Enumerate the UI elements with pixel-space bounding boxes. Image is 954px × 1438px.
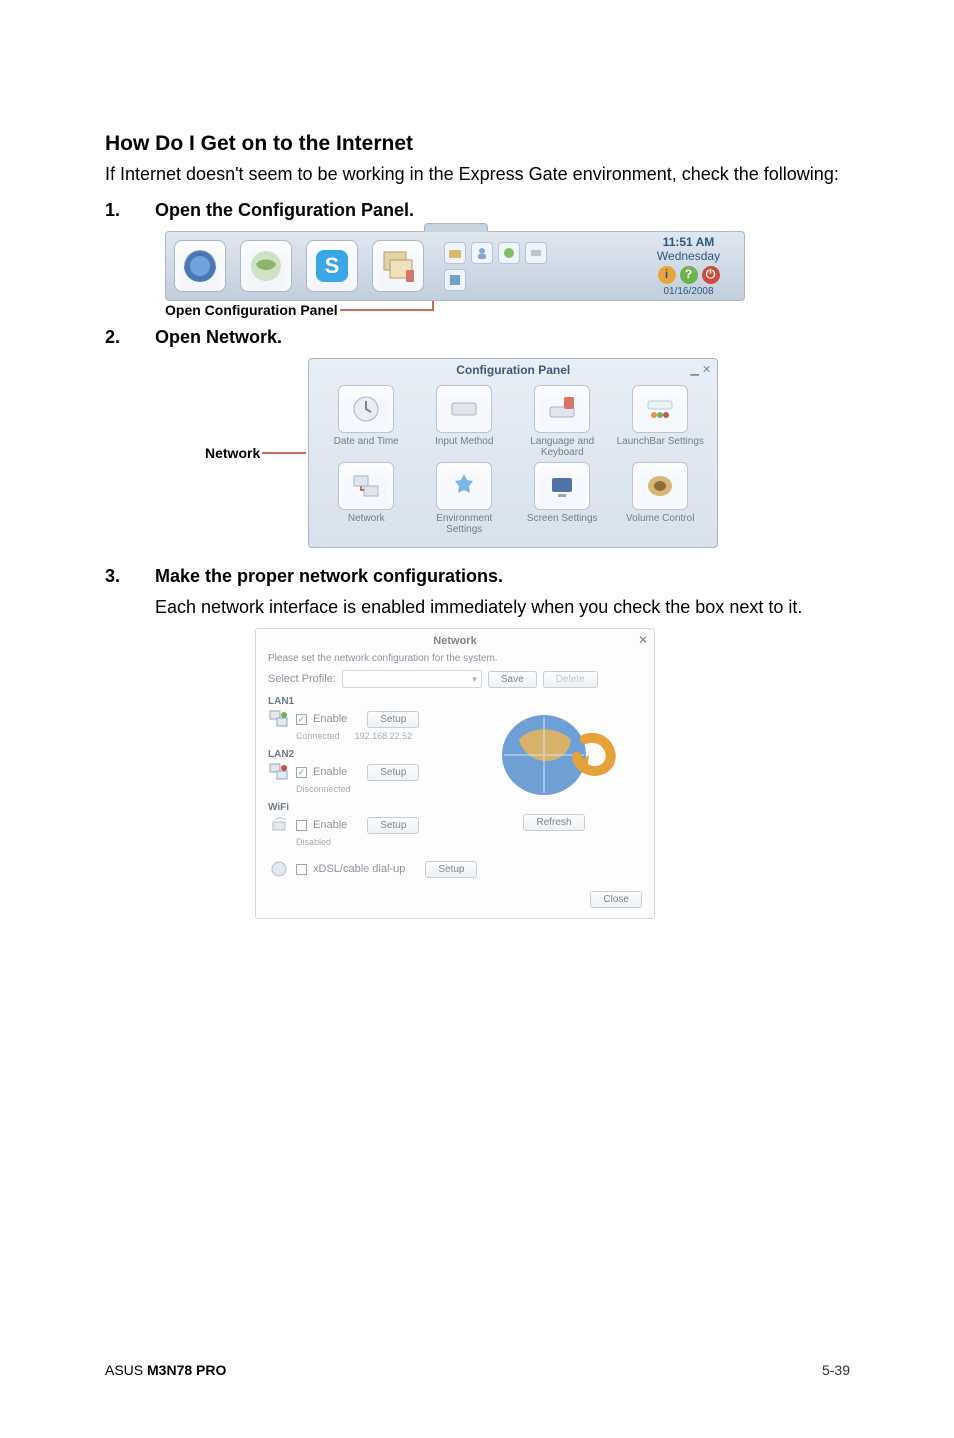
step-2: 2. Open Network.: [105, 327, 850, 348]
config-panel-title: Configuration Panel: [309, 359, 717, 381]
close-button[interactable]: Close: [590, 891, 642, 908]
lan1-icon: [268, 709, 290, 729]
lan2-status: Disconnected: [296, 784, 448, 794]
cfg-input-method[interactable]: Input Method: [417, 385, 511, 458]
page-footer: ASUS M3N78 PRO 5-39: [105, 1362, 850, 1378]
tray-icons: [444, 242, 559, 291]
page-heading: How Do I Get on to the Internet: [105, 132, 850, 156]
skype-icon[interactable]: S: [306, 240, 358, 292]
step-3-num: 3.: [105, 566, 155, 587]
step-1-num: 1.: [105, 200, 155, 221]
config-panel-icon[interactable]: [372, 240, 424, 292]
configuration-panel: Configuration Panel ▁ ✕ Date and Time In…: [308, 358, 718, 548]
cfg-input-method-label: Input Method: [417, 436, 511, 447]
globe-icon[interactable]: [240, 240, 292, 292]
footer-page: 5-39: [822, 1362, 850, 1378]
tray-user-icon[interactable]: [471, 242, 493, 264]
tray-settings-icon[interactable]: [444, 269, 466, 291]
wifi-enable-label: Enable: [313, 819, 347, 831]
dialog-close-icon[interactable]: ✕: [638, 633, 648, 647]
tray-media-icon[interactable]: [498, 242, 520, 264]
lan2-icon: [268, 762, 290, 782]
callout-line-2: [260, 444, 308, 462]
wifi-block: WiFi ✓ Enable Setup Disabled: [268, 802, 448, 847]
minimize-icon[interactable]: ▁: [691, 363, 699, 376]
lan1-setup-button[interactable]: Setup: [367, 711, 419, 728]
lan2-enable-label: Enable: [313, 766, 347, 778]
cfg-screen-label: Screen Settings: [515, 513, 609, 524]
dialup-icon: [268, 859, 290, 879]
lan1-enable-label: Enable: [313, 713, 347, 725]
step-3: 3. Make the proper network configuration…: [105, 566, 850, 587]
select-profile-label: Select Profile:: [268, 673, 336, 685]
step-3-desc: Each network interface is enabled immedi…: [155, 597, 802, 618]
clock-area: 11:51 AM Wednesday i ? ⏻ 01/16/2008: [641, 235, 736, 298]
intro-text: If Internet doesn't seem to be working i…: [105, 162, 850, 186]
dialup-setup-button[interactable]: Setup: [425, 861, 477, 878]
refresh-button[interactable]: Refresh: [523, 814, 584, 831]
cfg-volume-label: Volume Control: [613, 513, 707, 524]
step-3-desc-row: Each network interface is enabled immedi…: [105, 597, 850, 618]
footer-model: M3N78 PRO: [147, 1362, 226, 1378]
clock-date: 01/16/2008: [641, 286, 736, 298]
cfg-language-label: Language and Keyboard: [515, 436, 609, 458]
tray-print-icon[interactable]: [525, 242, 547, 264]
cfg-network[interactable]: Network: [319, 462, 413, 535]
delete-button[interactable]: Delete: [543, 671, 598, 688]
lan2-title: LAN2: [268, 749, 448, 760]
taskbar-caption: Open Configuration Panel: [165, 302, 338, 318]
close-icon[interactable]: ✕: [702, 363, 711, 376]
step-3-text: Make the proper network configurations.: [155, 566, 503, 587]
cfg-launchbar-label: LaunchBar Settings: [613, 436, 707, 447]
taskbar: S 11:51 AM Wednesday i ? ⏻ 01/: [165, 231, 745, 301]
lan1-status: Connected: [296, 731, 340, 741]
network-illustration: Refresh: [474, 705, 634, 831]
wifi-status: Disabled: [296, 837, 448, 847]
lan2-setup-button[interactable]: Setup: [367, 764, 419, 781]
cfg-launchbar[interactable]: LaunchBar Settings: [613, 385, 707, 458]
wifi-icon: [268, 815, 290, 835]
step-1-text: Open the Configuration Panel.: [155, 200, 414, 221]
lan1-ip: 192.168.22.52: [355, 731, 413, 741]
clock-day: Wednesday: [641, 249, 736, 263]
browser-icon[interactable]: [174, 240, 226, 292]
dialup-checkbox[interactable]: ✓: [296, 864, 307, 875]
lan2-block: LAN2 ✓ Enable Setup Disconnected: [268, 749, 448, 794]
clock-time: 11:51 AM: [641, 235, 736, 249]
cfg-environment-label: Environment Settings: [417, 513, 511, 535]
step-1: 1. Open the Configuration Panel.: [105, 200, 850, 221]
dialup-label: xDSL/cable dial-up: [313, 863, 405, 875]
cfg-language[interactable]: Language and Keyboard: [515, 385, 609, 458]
save-button[interactable]: Save: [488, 671, 537, 688]
cfg-date-time-label: Date and Time: [319, 436, 413, 447]
cfg-date-time[interactable]: Date and Time: [319, 385, 413, 458]
step-2-text: Open Network.: [155, 327, 282, 348]
help-icon[interactable]: ?: [680, 266, 698, 284]
info-icon[interactable]: i: [658, 266, 676, 284]
cfg-volume[interactable]: Volume Control: [613, 462, 707, 535]
lan1-title: LAN1: [268, 696, 448, 707]
cfg-network-label: Network: [319, 513, 413, 524]
cfg-environment[interactable]: Environment Settings: [417, 462, 511, 535]
cfg-screen[interactable]: Screen Settings: [515, 462, 609, 535]
lan1-block: LAN1 ✓ Enable Setup Connected 192.168.22…: [268, 696, 448, 741]
network-label: Network: [205, 445, 260, 461]
step-2-num: 2.: [105, 327, 155, 348]
callout-line: [338, 301, 438, 319]
taskbar-tab: [424, 223, 488, 232]
network-subtitle: Please set the network configuration for…: [268, 653, 642, 664]
wifi-checkbox[interactable]: ✓: [296, 820, 307, 831]
network-dialog: Network ✕ Please set the network configu…: [255, 628, 655, 919]
profile-select[interactable]: ▾: [342, 670, 482, 688]
svg-text:S: S: [325, 253, 340, 278]
lan1-checkbox[interactable]: ✓: [296, 714, 307, 725]
wifi-title: WiFi: [268, 802, 448, 813]
lan2-checkbox[interactable]: ✓: [296, 767, 307, 778]
tray-folder-icon[interactable]: [444, 242, 466, 264]
wifi-setup-button[interactable]: Setup: [367, 817, 419, 834]
network-dialog-title: Network: [268, 635, 642, 647]
power-icon[interactable]: ⏻: [702, 266, 720, 284]
